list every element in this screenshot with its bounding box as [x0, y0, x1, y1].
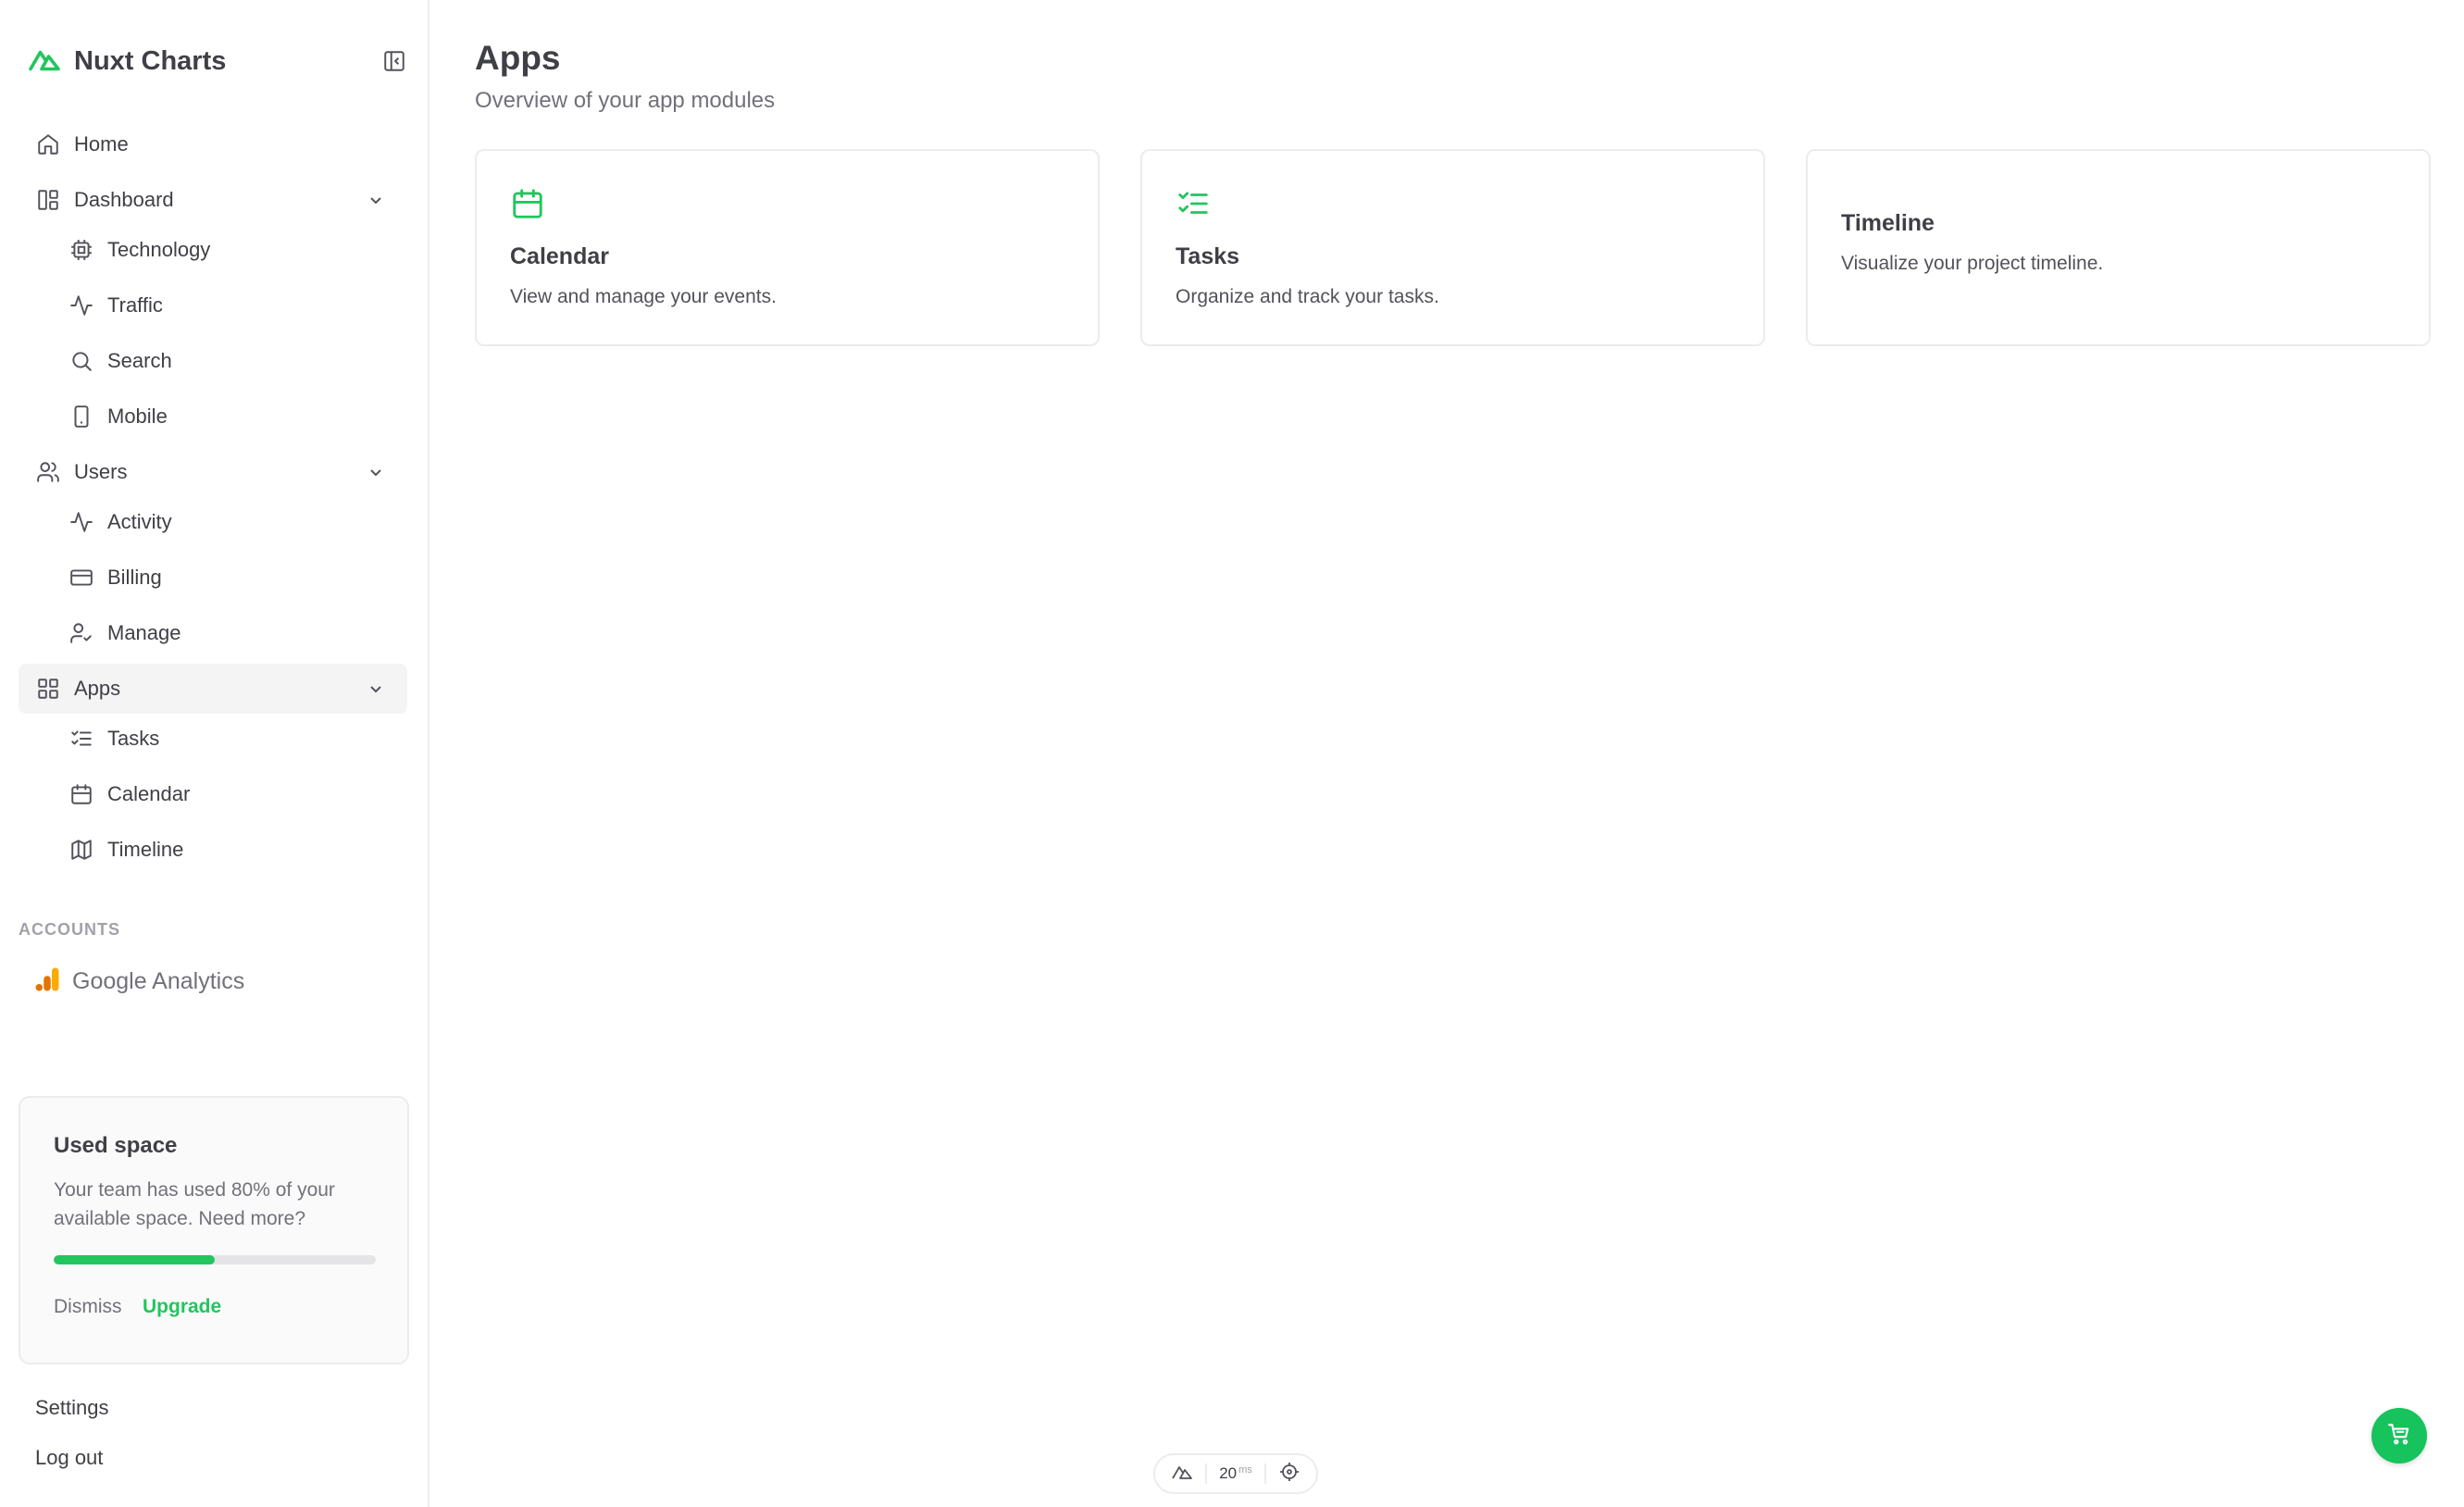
panel-left-close-icon — [382, 49, 406, 78]
crosshair-icon[interactable] — [1278, 1461, 1300, 1488]
collapse-sidebar-button[interactable] — [380, 48, 409, 78]
nuxt-logo-icon — [28, 43, 61, 81]
used-space-card: Used space Your team has used 80% of you… — [19, 1096, 409, 1364]
sidebar-item-users[interactable]: Users — [19, 447, 407, 497]
chevron-down-icon[interactable] — [365, 461, 387, 483]
sidebar-item-label: Activity — [107, 510, 172, 533]
dashboard-icon — [35, 187, 61, 213]
card-description: Visualize your project timeline. — [1841, 253, 2104, 274]
sidebar-item-label: Manage — [107, 621, 181, 644]
main-content: Apps Overview of your app modules Calend… — [431, 0, 2464, 1507]
page-title: Apps — [475, 39, 561, 77]
sidebar-item-label: Dashboard — [74, 188, 174, 211]
nuxt-devtools-bar[interactable]: 20 ms — [1153, 1453, 1318, 1494]
app-card-calendar[interactable]: Calendar View and manage your events. — [475, 149, 1100, 346]
chevron-down-icon[interactable] — [365, 189, 387, 211]
sidebar-item-technology[interactable]: Technology — [19, 225, 407, 275]
app-name: Nuxt Charts — [74, 45, 227, 76]
card-title: Tasks — [1176, 243, 1240, 269]
sidebar-item-tasks[interactable]: Tasks — [19, 714, 407, 764]
render-time-value: 20 — [1219, 1464, 1238, 1482]
cart-button[interactable] — [2371, 1408, 2427, 1463]
sidebar-item-dashboard[interactable]: Dashboard — [19, 175, 407, 225]
sidebar-item-apps[interactable]: Apps — [19, 664, 407, 714]
credit-card-icon — [68, 565, 94, 591]
card-description: View and manage your events. — [510, 286, 777, 307]
sidebar-item-label: Search — [107, 349, 172, 372]
card-title: Calendar — [510, 243, 609, 269]
sidebar-item-label: Mobile — [107, 405, 168, 428]
card-description: Organize and track your tasks. — [1176, 286, 1439, 307]
devbar-divider — [1204, 1463, 1207, 1484]
upgrade-button[interactable]: Upgrade — [143, 1296, 221, 1318]
used-space-progress-fill — [54, 1255, 215, 1264]
brand[interactable]: Nuxt Charts — [28, 43, 226, 80]
sidebar-item-label: Calendar — [107, 782, 191, 805]
dismiss-button[interactable]: Dismiss — [54, 1296, 122, 1318]
sidebar-item-manage[interactable]: Manage — [19, 608, 407, 658]
sidebar-item-label: Users — [74, 460, 128, 483]
logout-link[interactable]: Log out — [35, 1446, 103, 1470]
sidebar-item-activity[interactable]: Activity — [19, 497, 407, 547]
sidebar-item-calendar[interactable]: Calendar — [19, 769, 407, 819]
sidebar-item-label: Apps — [74, 677, 121, 700]
activity-icon — [68, 509, 94, 535]
grid-icon — [35, 676, 61, 702]
calendar-icon — [510, 186, 545, 221]
app-card-timeline[interactable]: Timeline Visualize your project timeline… — [1806, 149, 2431, 346]
users-icon — [35, 459, 61, 485]
sidebar-item-timeline[interactable]: Timeline — [19, 825, 407, 875]
smartphone-icon — [68, 404, 94, 430]
nuxt-logo-icon[interactable] — [1171, 1461, 1193, 1488]
list-checks-icon — [1176, 186, 1211, 221]
settings-link[interactable]: Settings — [35, 1396, 109, 1420]
used-space-progress — [54, 1255, 376, 1264]
cpu-icon — [68, 237, 94, 263]
used-space-description: Your team has used 80% of your available… — [54, 1179, 335, 1229]
account-label: Google Analytics — [72, 967, 245, 994]
sidebar-item-label: Tasks — [107, 727, 160, 750]
devbar-divider — [1264, 1463, 1267, 1484]
render-time-unit: ms — [1238, 1464, 1252, 1476]
accounts-section-label: ACCOUNTS — [19, 920, 120, 939]
shopping-cart-icon — [2387, 1422, 2411, 1451]
render-time: 20 ms — [1219, 1464, 1252, 1483]
sidebar: Nuxt Charts Home Dashboard Technology Tr… — [0, 0, 429, 1507]
used-space-title: Used space — [54, 1133, 178, 1158]
calendar-icon — [68, 781, 94, 807]
app-card-tasks[interactable]: Tasks Organize and track your tasks. — [1140, 149, 1765, 346]
account-google-analytics[interactable]: Google Analytics — [33, 963, 244, 1000]
list-checks-icon — [68, 726, 94, 752]
sidebar-item-billing[interactable]: Billing — [19, 553, 407, 603]
google-analytics-icon — [33, 965, 61, 998]
sidebar-item-mobile[interactable]: Mobile — [19, 392, 407, 442]
map-icon — [68, 837, 94, 863]
chevron-down-icon[interactable] — [365, 678, 387, 700]
home-icon — [35, 131, 61, 157]
user-check-icon — [68, 620, 94, 646]
sidebar-item-search[interactable]: Search — [19, 336, 407, 386]
sidebar-item-label: Home — [74, 132, 129, 156]
activity-icon — [68, 293, 94, 318]
sidebar-item-home[interactable]: Home — [19, 119, 407, 169]
sidebar-item-label: Traffic — [107, 293, 163, 317]
sidebar-item-label: Timeline — [107, 838, 184, 861]
card-title: Timeline — [1841, 210, 1935, 236]
sidebar-item-label: Billing — [107, 566, 162, 589]
page-subtitle: Overview of your app modules — [475, 88, 776, 113]
sidebar-item-label: Technology — [107, 238, 211, 261]
sidebar-item-traffic[interactable]: Traffic — [19, 280, 407, 330]
search-icon — [68, 348, 94, 374]
